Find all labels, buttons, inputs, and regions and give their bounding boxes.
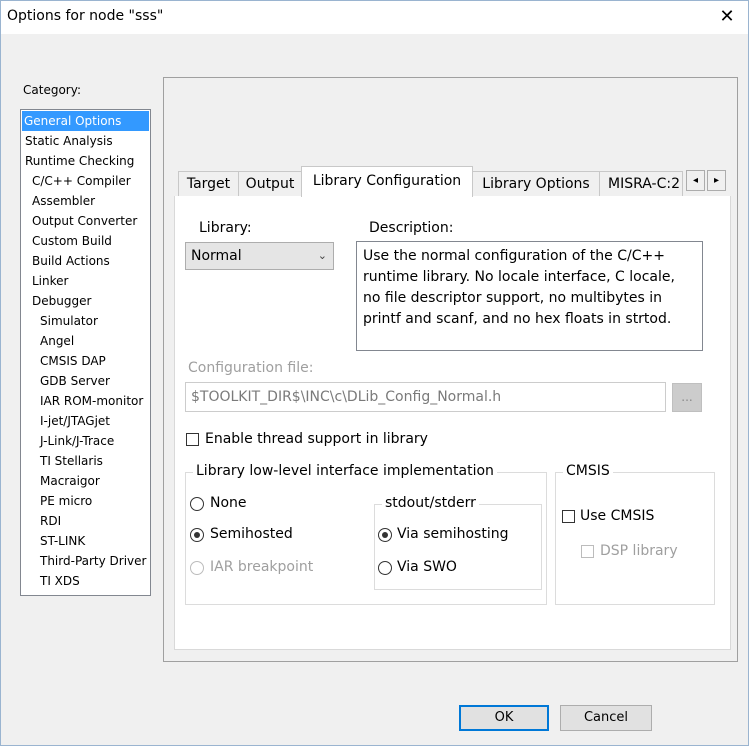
tab-scroll-right-icon[interactable]: ▸ (707, 170, 726, 191)
category-item[interactable]: I-jet/JTAGjet (38, 411, 112, 431)
radio-via-semihosting[interactable] (378, 528, 392, 542)
category-item[interactable]: Assembler (30, 191, 97, 211)
category-item[interactable]: Output Converter (30, 211, 139, 231)
category-item[interactable]: RDI (38, 511, 63, 531)
radio-via-swo-label: Via SWO (397, 559, 457, 575)
category-item[interactable]: PE micro (38, 491, 94, 511)
chevron-down-icon: ⌄ (317, 249, 327, 262)
radio-via-swo[interactable] (378, 561, 392, 575)
cancel-button[interactable]: Cancel (560, 705, 652, 731)
category-item[interactable]: Simulator (38, 311, 100, 331)
radio-semihosted[interactable] (190, 528, 204, 542)
use-cmsis-label: Use CMSIS (580, 508, 655, 524)
thread-support-checkbox[interactable] (186, 433, 199, 446)
radio-iar-breakpoint (190, 561, 204, 575)
category-item[interactable]: GDB Server (38, 371, 112, 391)
category-item[interactable]: J-Link/J-Trace (38, 431, 116, 451)
category-item[interactable]: General Options (22, 111, 149, 131)
lowlevel-group-title: Library low-level interface implementati… (193, 463, 497, 479)
category-label: Category: (23, 83, 81, 97)
category-item[interactable]: Third-Party Driver (38, 551, 148, 571)
category-item[interactable]: Linker (30, 271, 70, 291)
cmsis-group (555, 472, 715, 605)
category-item[interactable]: IAR ROM-monitor (38, 391, 145, 411)
thread-support-label: Enable thread support in library (205, 431, 428, 447)
ok-button[interactable]: OK (459, 705, 549, 731)
category-item[interactable]: TI XDS (38, 571, 82, 591)
tab-library-configuration[interactable]: Library Configuration (301, 166, 473, 197)
close-icon[interactable]: ✕ (714, 4, 740, 30)
config-file-label: Configuration file: (188, 360, 314, 376)
radio-none[interactable] (190, 497, 204, 511)
category-item[interactable]: Runtime Checking (23, 151, 136, 171)
category-item[interactable]: Custom Build (30, 231, 114, 251)
library-select-value: Normal (191, 248, 242, 264)
category-item[interactable]: CMSIS DAP (38, 351, 108, 371)
category-item[interactable]: Build Actions (30, 251, 112, 271)
radio-via-semihosting-label: Via semihosting (397, 526, 509, 542)
tab-target[interactable]: Target (178, 171, 239, 196)
config-file-value: $TOOLKIT_DIR$\INC\c\DLib_Config_Normal.h (191, 389, 502, 405)
category-list[interactable]: General Options Static Analysis Runtime Ch… (20, 109, 151, 596)
radio-iar-breakpoint-label: IAR breakpoint (210, 559, 314, 575)
category-item[interactable]: ST-LINK (38, 531, 87, 551)
category-item[interactable]: Macraigor (38, 471, 102, 491)
radio-none-label: None (210, 495, 247, 511)
category-item[interactable]: TI Stellaris (38, 451, 105, 471)
category-item[interactable]: C/C++ Compiler (30, 171, 133, 191)
browse-button: ... (672, 383, 702, 412)
cmsis-group-title: CMSIS (563, 463, 613, 479)
config-file-field: $TOOLKIT_DIR$\INC\c\DLib_Config_Normal.h (185, 382, 666, 412)
tab-library-options[interactable]: Library Options (472, 171, 600, 196)
category-item[interactable]: Debugger (30, 291, 93, 311)
tab-misra[interactable]: MISRA-C:2 (599, 171, 683, 196)
category-item[interactable]: Angel (38, 331, 76, 351)
library-select[interactable]: Normal ⌄ (185, 242, 334, 270)
tab-output[interactable]: Output (238, 171, 302, 196)
dsp-library-label: DSP library (600, 543, 678, 559)
stdout-group (374, 504, 542, 590)
library-label: Library: (199, 220, 252, 236)
tab-scroll-left-icon[interactable]: ◂ (686, 170, 705, 191)
description-text: Use the normal configuration of the C/C+… (356, 241, 703, 351)
window-title: Options for node "sss" (7, 8, 164, 24)
category-item[interactable]: Static Analysis (23, 131, 115, 151)
dsp-library-checkbox (581, 545, 594, 558)
use-cmsis-checkbox[interactable] (562, 510, 575, 523)
stdout-group-title: stdout/stderr (382, 495, 479, 511)
description-label: Description: (369, 220, 454, 236)
radio-semihosted-label: Semihosted (210, 526, 293, 542)
